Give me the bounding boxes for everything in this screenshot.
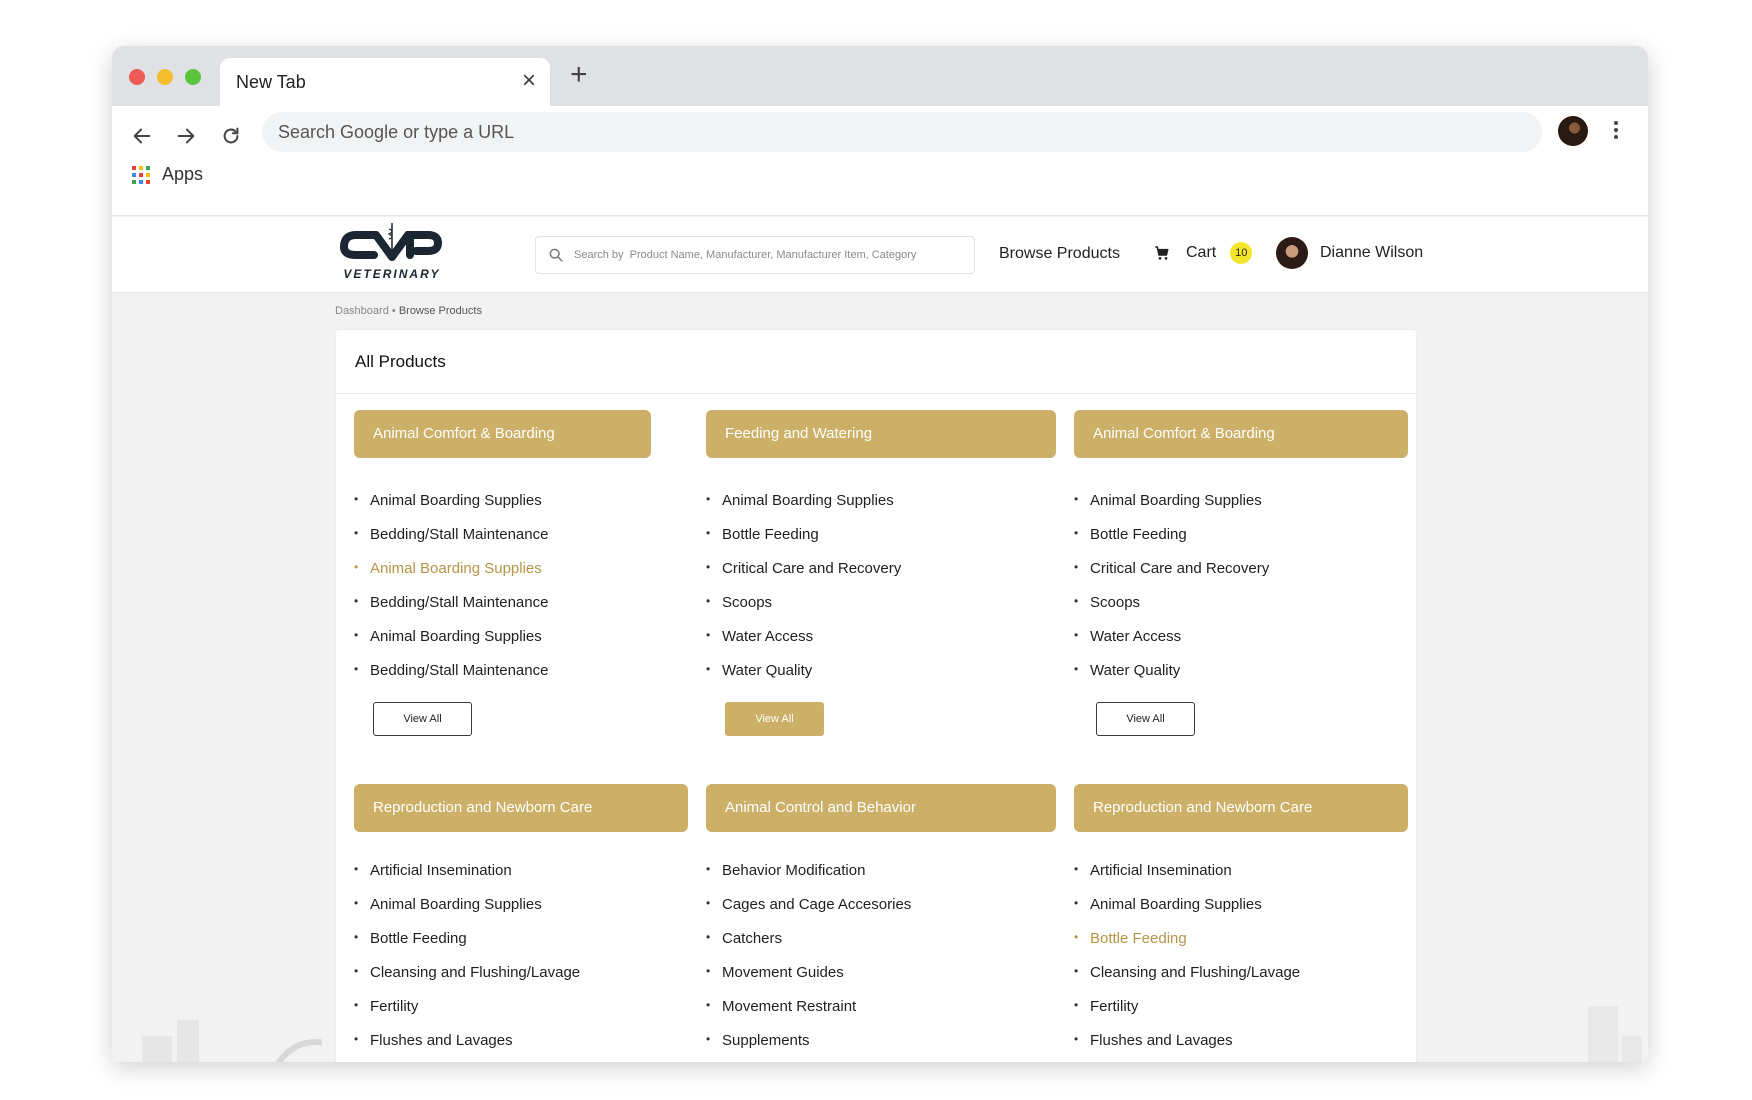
background-decoration <box>142 1020 322 1062</box>
minimize-window-button[interactable] <box>157 69 173 85</box>
category-item[interactable]: Bottle Feeding <box>1074 930 1187 947</box>
apps-label: Apps <box>162 164 204 184</box>
category-item[interactable]: Bedding/Stall Maintenance <box>354 662 548 679</box>
category-item[interactable]: Movement Restraint <box>706 998 856 1015</box>
category-item[interactable]: Fertility <box>1074 998 1138 1015</box>
breadcrumb-dashboard[interactable]: Dashboard <box>335 305 389 317</box>
site-header: VETERINARY Browse Products Cart 10 Diann… <box>112 217 1648 293</box>
category-item[interactable]: Bottle Feeding <box>1074 526 1187 543</box>
cart-label: Cart <box>1186 244 1217 261</box>
category-card: Feeding and Watering Animal Boarding Sup… <box>706 410 1056 736</box>
logo-wordmark: VETERINARY <box>343 267 441 281</box>
category-item[interactable]: Animal Boarding Supplies <box>706 492 894 509</box>
category-header[interactable]: Reproduction and Newborn Care <box>1074 784 1408 832</box>
product-search[interactable] <box>535 236 975 274</box>
category-item[interactable]: Artificial Insemination <box>1074 862 1232 879</box>
bookmark-apps[interactable]: Apps <box>132 164 203 185</box>
category-item[interactable]: Movement Guides <box>706 964 844 981</box>
category-item[interactable]: Artificial Insemination <box>354 862 512 879</box>
category-item[interactable]: Critical Care and Recovery <box>1074 560 1269 577</box>
cart-icon <box>1155 246 1169 260</box>
category-item[interactable]: Water Access <box>1074 628 1181 645</box>
cart-count-badge: 10 <box>1230 242 1253 264</box>
panel-title: All Products <box>355 352 446 371</box>
view-all-button[interactable]: View All <box>725 702 824 736</box>
category-item[interactable]: Cages and Cage Accesories <box>706 896 911 913</box>
user-name: Dianne Wilson <box>1320 244 1424 261</box>
close-window-button[interactable] <box>129 69 145 85</box>
category-item[interactable]: Water Access <box>706 628 813 645</box>
category-item[interactable]: Bottle Feeding <box>354 930 467 947</box>
category-header[interactable]: Animal Comfort & Boarding <box>1074 410 1408 458</box>
omnibox[interactable] <box>262 112 1542 152</box>
user-avatar <box>1276 237 1308 269</box>
user-menu[interactable]: Dianne Wilson <box>1276 237 1423 269</box>
maximize-window-button[interactable] <box>185 69 201 85</box>
category-item[interactable]: Flushes and Lavages <box>1074 1032 1233 1049</box>
category-item[interactable]: Bedding/Stall Maintenance <box>354 594 548 611</box>
reload-icon[interactable] <box>215 120 247 152</box>
tab-new-tab[interactable]: New Tab × <box>220 58 550 106</box>
category-item[interactable]: Water Quality <box>706 662 812 679</box>
category-item[interactable]: Animal Boarding Supplies <box>354 896 542 913</box>
category-item[interactable]: Animal Boarding Supplies <box>1074 896 1262 913</box>
category-header[interactable]: Animal Comfort & Boarding <box>354 410 651 458</box>
category-card: Reproduction and Newborn Care Artificial… <box>354 784 688 1049</box>
breadcrumb-separator: • <box>391 305 396 317</box>
browser-toolbar: Apps <box>112 106 1648 216</box>
view-all-button[interactable]: View All <box>373 702 472 736</box>
product-search-input[interactable] <box>536 237 974 273</box>
category-item[interactable]: Catchers <box>706 930 782 947</box>
view-all-button[interactable]: View All <box>1096 702 1195 736</box>
category-item[interactable]: Animal Boarding Supplies <box>1074 492 1262 509</box>
nav-browse-products[interactable]: Browse Products <box>999 245 1120 263</box>
category-item[interactable]: Animal Boarding Supplies <box>354 492 542 509</box>
site-logo[interactable]: VETERINARY <box>334 221 450 289</box>
background-decoration <box>1588 1006 1642 1062</box>
category-item[interactable]: Scoops <box>1074 594 1140 611</box>
omnibox-input[interactable] <box>262 112 1542 152</box>
breadcrumb-current: Browse Products <box>398 305 482 317</box>
forward-arrow-icon[interactable] <box>170 120 202 152</box>
category-item[interactable]: Supplements <box>706 1032 810 1049</box>
logo-mark-icon <box>339 223 443 261</box>
tab-strip: New Tab × + <box>112 46 1648 106</box>
category-item[interactable]: Behavior Modification <box>706 862 865 879</box>
category-item[interactable]: Cleansing and Flushing/Lavage <box>354 964 580 981</box>
back-arrow-icon[interactable] <box>126 120 158 152</box>
category-item[interactable]: Bottle Feeding <box>706 526 819 543</box>
browser-profile-avatar[interactable] <box>1558 116 1588 146</box>
category-card: Animal Comfort & Boarding Animal Boardin… <box>354 410 651 736</box>
category-item[interactable]: Water Quality <box>1074 662 1180 679</box>
category-header[interactable]: Reproduction and Newborn Care <box>354 784 688 832</box>
category-item[interactable]: Fertility <box>354 998 418 1015</box>
category-header[interactable]: Feeding and Watering <box>706 410 1056 458</box>
all-products-panel: All Products Animal Comfort & Boarding A… <box>335 329 1417 1062</box>
category-item[interactable]: Cleansing and Flushing/Lavage <box>1074 964 1300 981</box>
category-item[interactable]: Animal Boarding Supplies <box>354 628 542 645</box>
category-header[interactable]: Animal Control and Behavior <box>706 784 1056 832</box>
new-tab-plus-icon[interactable]: + <box>570 60 588 90</box>
category-card: Animal Comfort & Boarding Animal Boardin… <box>1074 410 1408 736</box>
category-item[interactable]: Flushes and Lavages <box>354 1032 513 1049</box>
search-icon <box>549 248 563 262</box>
browser-window: New Tab × + Apps <box>112 46 1648 1062</box>
category-card: Reproduction and Newborn Care Artificial… <box>1074 784 1408 1049</box>
panel-divider <box>336 393 1416 394</box>
category-item[interactable]: Critical Care and Recovery <box>706 560 901 577</box>
nav-cart[interactable]: Cart 10 <box>1154 242 1253 264</box>
category-item[interactable]: Scoops <box>706 594 772 611</box>
category-card: Animal Control and Behavior Behavior Mod… <box>706 784 1056 1049</box>
category-item[interactable]: Bedding/Stall Maintenance <box>354 526 548 543</box>
apps-grid-icon <box>132 165 150 184</box>
category-item[interactable]: Animal Boarding Supplies <box>354 560 542 577</box>
tab-close-icon[interactable]: × <box>522 67 536 95</box>
breadcrumb: Dashboard • Browse Products <box>335 305 482 317</box>
tab-title: New Tab <box>236 72 306 92</box>
browser-menu-kebab-icon[interactable] <box>1608 118 1624 146</box>
